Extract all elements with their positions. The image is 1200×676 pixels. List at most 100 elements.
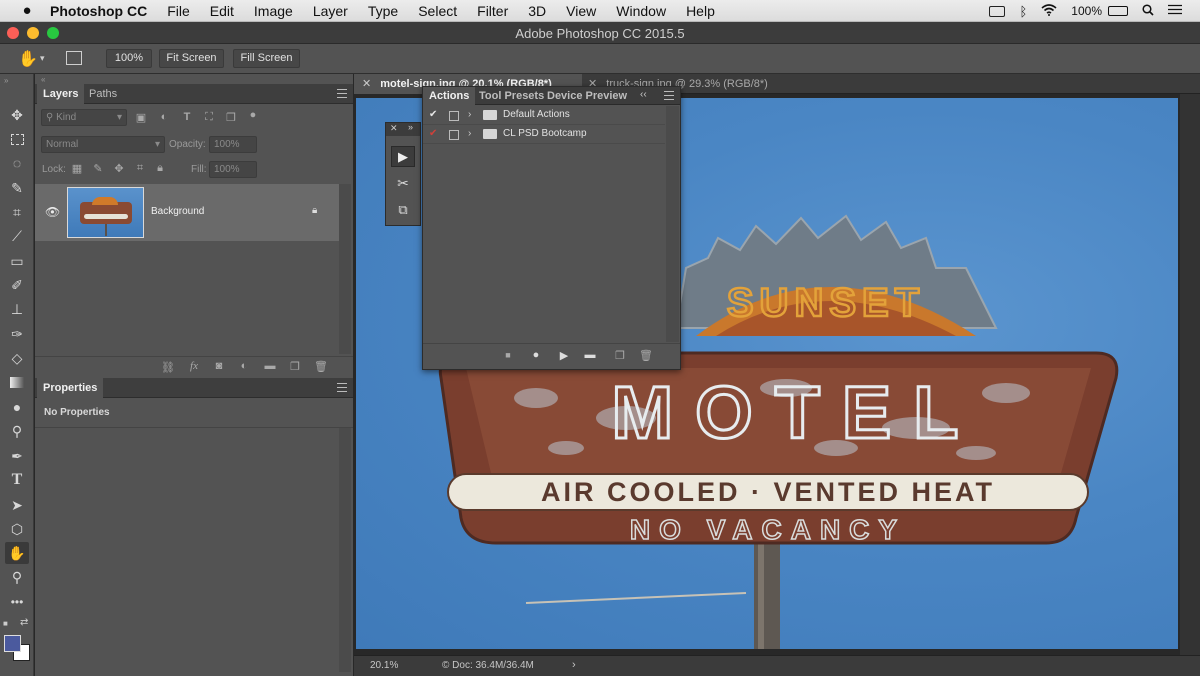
menu-layer[interactable]: Layer	[313, 3, 348, 19]
shape-tool-icon[interactable]: ⬡	[5, 518, 29, 540]
history-brush-tool-icon[interactable]: ✑	[5, 323, 29, 345]
tab-tool-presets[interactable]: Tool Presets	[473, 87, 550, 105]
link-layers-icon[interactable]: ⛓	[161, 361, 175, 374]
dodge-tool-icon[interactable]: ⚲	[5, 420, 29, 442]
chevron-right-icon[interactable]: ›	[468, 128, 471, 139]
lasso-tool-icon[interactable]: ◌	[5, 152, 29, 174]
collapse-dock-icon[interactable]: «	[41, 75, 45, 84]
opacity-field[interactable]: 100%	[209, 136, 257, 153]
actions-panel-menu-icon[interactable]	[664, 91, 674, 100]
menu-type[interactable]: Type	[368, 3, 398, 19]
scroll-all-windows-icon[interactable]	[66, 51, 82, 65]
menu-image[interactable]: Image	[254, 3, 293, 19]
toggle-checkmark-icon[interactable]: ✔	[429, 128, 437, 139]
menu-window[interactable]: Window	[616, 3, 666, 19]
device-preview-icon[interactable]: ⧉	[391, 199, 415, 220]
fill-screen-button[interactable]: Fill Screen	[233, 49, 300, 68]
new-set-icon[interactable]: ▬	[583, 349, 597, 361]
menu-file[interactable]: File	[167, 3, 190, 19]
layer-name[interactable]: Background	[151, 206, 204, 217]
tool-presets-icon[interactable]: ✂	[391, 173, 415, 194]
adjustment-layer-icon[interactable]: ◐	[237, 360, 251, 372]
properties-panel-menu-icon[interactable]	[337, 383, 347, 392]
fill-field[interactable]: 100%	[209, 161, 257, 178]
pen-tool-icon[interactable]: ✒	[5, 445, 29, 467]
foreground-color-swatch[interactable]	[4, 635, 21, 652]
actions-panel-button[interactable]: ▶	[391, 146, 415, 167]
marquee-tool-icon[interactable]	[5, 128, 29, 150]
filter-toggle-icon[interactable]: ●	[246, 109, 260, 121]
default-colors-icon[interactable]: ■	[3, 619, 8, 628]
expand-panel-icon[interactable]: »	[408, 122, 413, 132]
lock-transparent-icon[interactable]: ▦	[70, 162, 84, 175]
menu-3d[interactable]: 3D	[528, 3, 546, 19]
menu-photoshop[interactable]: Photoshop CC	[50, 3, 147, 19]
keyboard-icon[interactable]	[989, 5, 1006, 17]
battery-icon[interactable]	[1108, 6, 1128, 16]
toggle-checkmark-icon[interactable]: ✔	[429, 109, 437, 120]
quick-selection-tool-icon[interactable]: ✎	[5, 177, 29, 199]
layers-panel-menu-icon[interactable]	[337, 89, 347, 98]
menu-help[interactable]: Help	[686, 3, 715, 19]
layer-row-background[interactable]: 👁︎ Background 🔒︎	[35, 184, 339, 241]
notification-center-icon[interactable]	[1168, 4, 1182, 18]
hand-tool-icon[interactable]: ✋	[5, 542, 29, 564]
tab-device-preview[interactable]: Device Preview	[541, 87, 633, 105]
zoom-level[interactable]: 20.1%	[370, 660, 398, 671]
tab-properties[interactable]: Properties	[37, 378, 104, 398]
layer-filter-kind[interactable]: ⚲ Kind ▾	[41, 109, 127, 126]
actions-scrollbar[interactable]	[666, 106, 679, 342]
filter-shape-icon[interactable]: ⛶	[202, 111, 216, 124]
dialog-toggle-icon[interactable]	[449, 111, 459, 121]
status-menu-chevron-icon[interactable]: ›	[572, 659, 576, 671]
menu-select[interactable]: Select	[418, 3, 457, 19]
eraser-tool-icon[interactable]: ◇	[5, 347, 29, 369]
crop-tool-icon[interactable]: ⌗	[5, 201, 29, 223]
collapse-panel-icon[interactable]: »	[4, 76, 8, 85]
doc-info[interactable]: © Doc: 36.4M/36.4M	[442, 660, 534, 671]
blend-mode-select[interactable]: Normal ▾	[41, 136, 165, 153]
canvas-vertical-scrollbar[interactable]	[1180, 94, 1200, 655]
stop-icon[interactable]: ■	[501, 350, 515, 360]
edit-toolbar-icon[interactable]: •••	[5, 591, 29, 613]
swap-colors-icon[interactable]: ⇄	[20, 617, 28, 628]
new-action-icon[interactable]: ❐	[613, 349, 627, 362]
record-icon[interactable]: ●	[529, 349, 543, 361]
lock-image-icon[interactable]: ✎	[91, 162, 105, 175]
filter-smart-object-icon[interactable]: ❐	[224, 111, 238, 124]
action-set-row[interactable]: ✔ › Default Actions	[423, 106, 665, 125]
tab-paths[interactable]: Paths	[83, 84, 123, 104]
delete-layer-icon[interactable]: 🗑︎	[314, 360, 328, 373]
action-set-row[interactable]: ✔ › CL PSD Bootcamp	[423, 125, 665, 144]
layer-style-fx-icon[interactable]: fx	[187, 360, 201, 372]
fit-screen-button[interactable]: Fit Screen	[159, 49, 224, 68]
clone-stamp-tool-icon[interactable]: ⊥	[5, 298, 29, 320]
eye-visibility-icon[interactable]: 👁︎	[45, 205, 60, 219]
bluetooth-icon[interactable]: ᛒ	[1019, 4, 1027, 19]
gradient-tool-icon[interactable]	[5, 371, 29, 393]
new-layer-icon[interactable]: ❐	[288, 360, 302, 373]
wifi-icon[interactable]	[1041, 3, 1057, 19]
brush-tool-icon[interactable]: ✐	[5, 274, 29, 296]
blur-tool-icon[interactable]: ●	[5, 396, 29, 418]
tab-layers[interactable]: Layers	[37, 84, 85, 104]
hand-tool-preset-icon[interactable]: ✋	[18, 49, 38, 69]
zoom-tool-icon[interactable]: ⚲	[5, 566, 29, 588]
menu-view[interactable]: View	[566, 3, 596, 19]
properties-scrollbar[interactable]	[339, 428, 351, 672]
dialog-toggle-icon[interactable]	[449, 130, 459, 140]
type-tool-icon[interactable]: T	[5, 469, 29, 491]
lock-position-icon[interactable]: ✥	[112, 162, 126, 175]
spotlight-search-icon[interactable]	[1142, 3, 1154, 19]
filter-adjustment-icon[interactable]: ◐	[157, 111, 171, 123]
tab-actions[interactable]: Actions	[423, 87, 476, 105]
menu-edit[interactable]: Edit	[210, 3, 234, 19]
collapse-to-icons-icon[interactable]: ‹‹	[640, 89, 647, 100]
new-group-icon[interactable]: ▬	[263, 360, 277, 372]
chevron-down-icon[interactable]: ▾	[40, 53, 45, 64]
apple-menu-icon[interactable]: ●	[16, 2, 38, 19]
healing-brush-tool-icon[interactable]: ▭	[5, 250, 29, 272]
delete-action-icon[interactable]: 🗑︎	[639, 349, 653, 362]
play-icon[interactable]: ▶	[557, 349, 571, 362]
lock-artboard-icon[interactable]: ⌗	[133, 162, 147, 175]
